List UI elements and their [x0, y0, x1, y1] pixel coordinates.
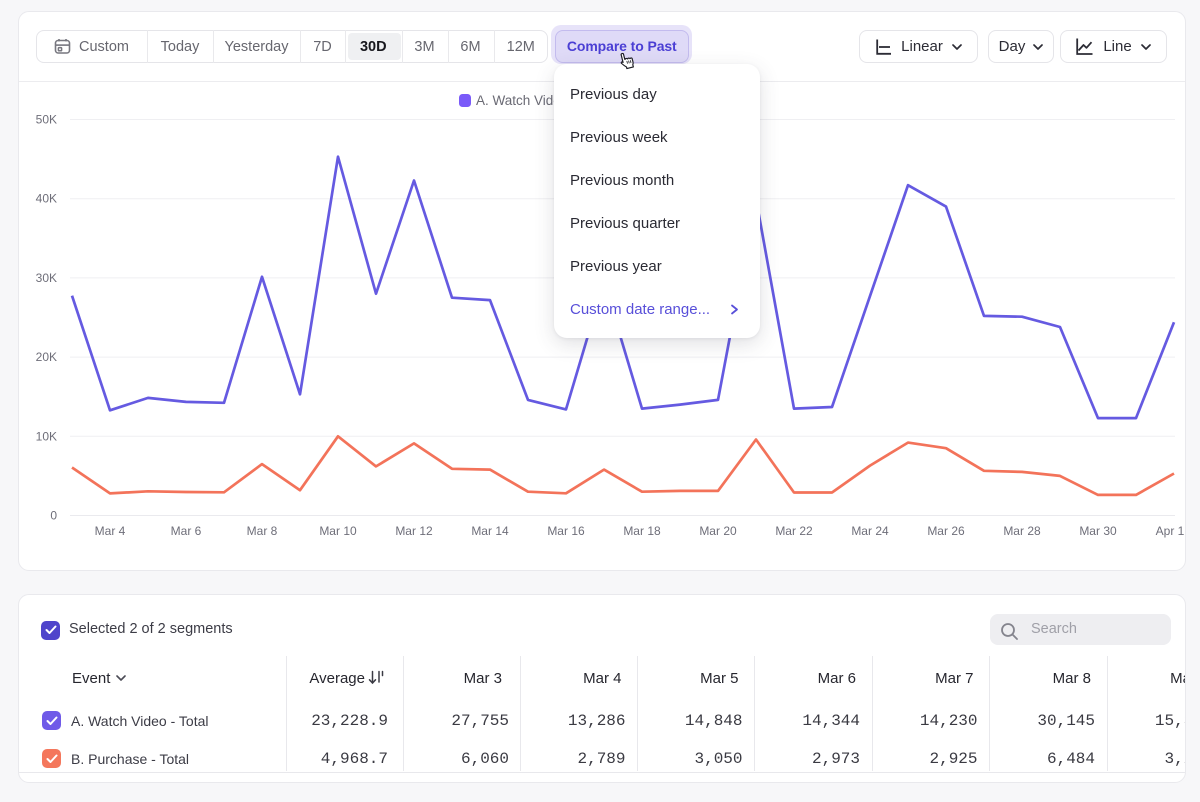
svg-text:Mar 28: Mar 28 [1003, 524, 1041, 538]
svg-text:Apr 1: Apr 1 [1156, 524, 1185, 538]
svg-text:Mar 24: Mar 24 [851, 524, 889, 538]
svg-text:Mar 20: Mar 20 [699, 524, 737, 538]
svg-text:40K: 40K [36, 192, 57, 206]
svg-text:Mar 18: Mar 18 [623, 524, 661, 538]
svg-text:Mar 8: Mar 8 [247, 524, 278, 538]
svg-text:50K: 50K [36, 113, 57, 127]
svg-text:Mar 22: Mar 22 [775, 524, 813, 538]
svg-text:Mar 30: Mar 30 [1079, 524, 1117, 538]
svg-text:30K: 30K [36, 271, 57, 285]
svg-text:Mar 14: Mar 14 [471, 524, 509, 538]
svg-text:Mar 26: Mar 26 [927, 524, 965, 538]
svg-text:Mar 12: Mar 12 [395, 524, 433, 538]
svg-text:Mar 10: Mar 10 [319, 524, 357, 538]
svg-text:10K: 10K [36, 429, 57, 443]
svg-text:Mar 4: Mar 4 [95, 524, 126, 538]
svg-text:20K: 20K [36, 350, 57, 364]
svg-text:Mar 16: Mar 16 [547, 524, 585, 538]
svg-text:Mar 6: Mar 6 [171, 524, 202, 538]
svg-text:0: 0 [50, 509, 57, 523]
